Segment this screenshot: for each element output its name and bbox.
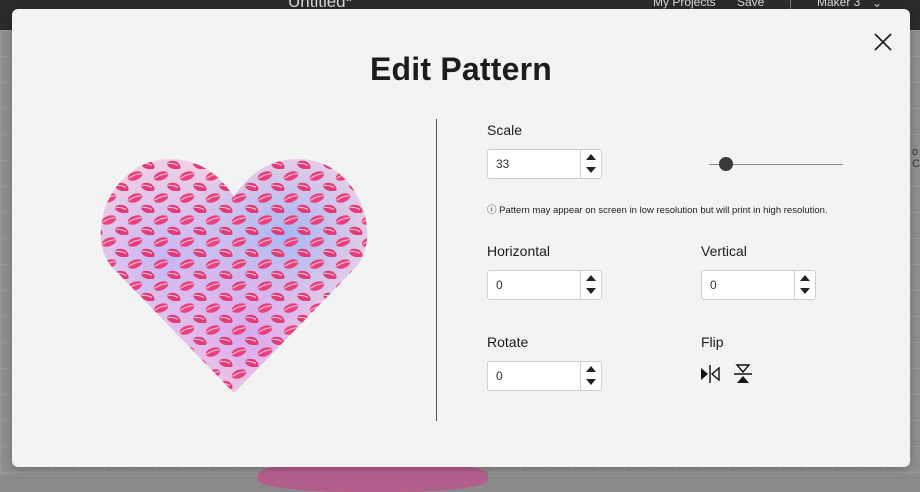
flip-vertical-icon: [734, 364, 752, 383]
flip-horizontal-icon: [701, 365, 720, 383]
vertical-increment-button[interactable]: [795, 271, 815, 285]
edit-pattern-dialog: Edit Pattern Scale 33 ⓘ Pattern may appe…: [12, 9, 910, 467]
side-panel-text: o C: [912, 146, 920, 170]
dialog-title: Edit Pattern: [370, 51, 552, 87]
rotate-input[interactable]: [496, 367, 576, 385]
scale-decrement-button[interactable]: [581, 164, 601, 178]
vertical-input[interactable]: [710, 276, 790, 294]
close-button[interactable]: [872, 31, 894, 53]
scale-stepper: [580, 150, 601, 178]
scale-slider[interactable]: [709, 156, 843, 172]
horizontal-input[interactable]: [496, 276, 576, 294]
scale-label: Scale: [487, 122, 523, 138]
rotate-increment-button[interactable]: [581, 362, 601, 376]
rotate-label: Rotate: [487, 334, 529, 350]
horizontal-increment-button[interactable]: [581, 271, 601, 285]
machine-selector[interactable]: Maker 3: [817, 0, 860, 9]
vertical-decrement-button[interactable]: [795, 285, 815, 299]
scale-slider-thumb[interactable]: [718, 157, 733, 171]
rotate-decrement-button[interactable]: [581, 376, 601, 390]
rotate-stepper: [580, 362, 601, 390]
vertical-label: Vertical: [701, 243, 747, 259]
horizontal-field: [487, 270, 602, 300]
resolution-note: ⓘ Pattern may appear on screen in low re…: [487, 205, 828, 216]
vertical-field: [701, 270, 816, 300]
horizontal-decrement-button[interactable]: [581, 285, 601, 299]
save-link[interactable]: Save: [737, 0, 764, 9]
scale-input[interactable]: [496, 155, 576, 173]
close-icon: [874, 33, 892, 51]
pattern-preview-heart: [100, 159, 368, 393]
scale-field: [487, 149, 602, 179]
my-projects-link[interactable]: My Projects: [653, 0, 716, 9]
vertical-divider: [436, 119, 437, 421]
horizontal-stepper: [580, 271, 601, 299]
scale-increment-button[interactable]: [581, 150, 601, 164]
flip-horizontal-button[interactable]: [699, 363, 721, 385]
flip-vertical-button[interactable]: [732, 363, 754, 385]
rotate-field: [487, 361, 602, 391]
flip-label: Flip: [701, 334, 724, 350]
horizontal-label: Horizontal: [487, 243, 551, 259]
vertical-stepper: [794, 271, 815, 299]
